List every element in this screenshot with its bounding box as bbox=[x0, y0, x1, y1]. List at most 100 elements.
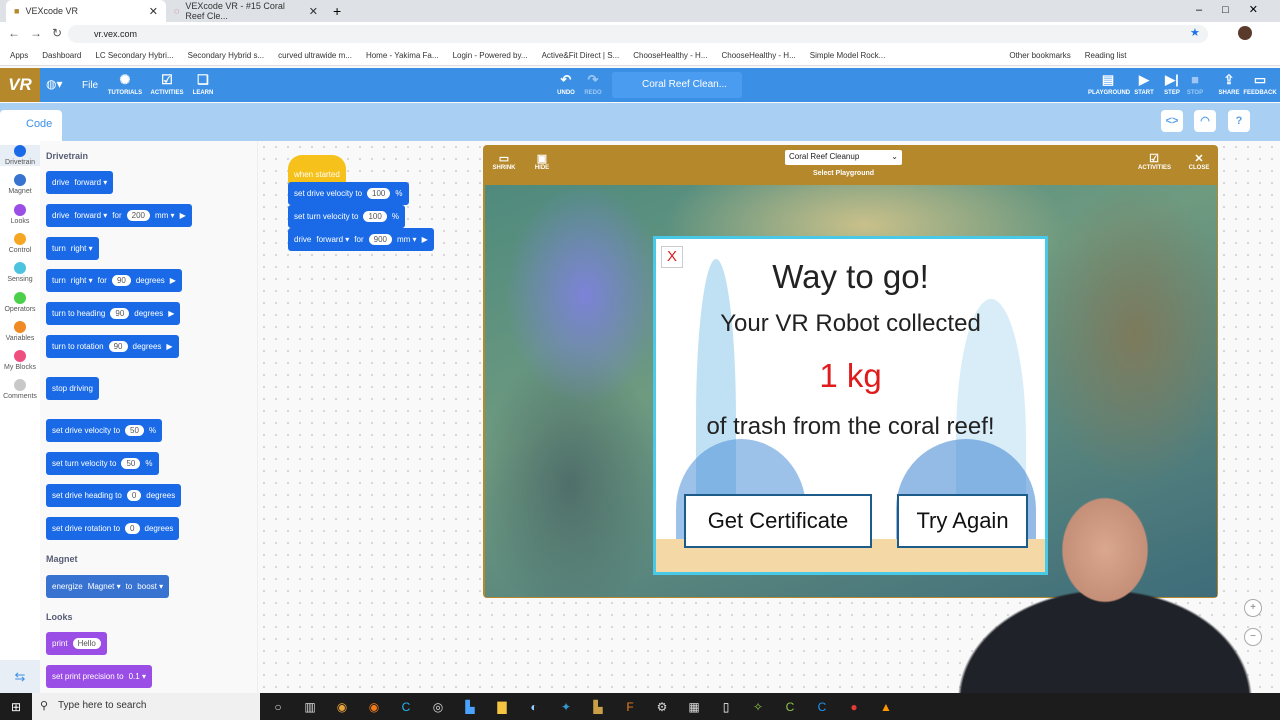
cortana-icon[interactable]: ○ bbox=[262, 700, 294, 714]
bookmark[interactable]: Dashboard bbox=[42, 51, 81, 60]
angle-input[interactable]: 90 bbox=[111, 275, 131, 286]
block-set-drive-heading[interactable]: set drive heading to 0 degrees bbox=[46, 484, 182, 507]
feedback-button[interactable]: ▭ FEEDBACK bbox=[1240, 72, 1280, 96]
bookmark[interactable]: ChooseHealthy - H... bbox=[722, 51, 796, 60]
extensions-icon[interactable]: ⇆ bbox=[0, 660, 40, 693]
app-icon[interactable]: C bbox=[806, 700, 838, 714]
value-input[interactable]: 100 bbox=[363, 211, 387, 222]
tutorials-button[interactable]: ✺ TUTORIALS bbox=[105, 72, 145, 96]
category-comments[interactable]: Comments bbox=[0, 379, 40, 400]
project-name[interactable]: Coral Reef Clean... bbox=[612, 72, 742, 98]
help-icon[interactable]: ? bbox=[1228, 110, 1250, 132]
tab-vexcode[interactable]: ■ VEXcode VR ✕ bbox=[6, 0, 166, 22]
hide-button[interactable]: ▣ HIDE bbox=[527, 152, 557, 171]
code-view-icon[interactable]: <> bbox=[1161, 110, 1183, 132]
value-input[interactable]: 0 bbox=[125, 523, 140, 534]
url-input[interactable]: vr.vex.com bbox=[68, 25, 1208, 43]
vlc-icon[interactable]: ▲ bbox=[870, 700, 902, 714]
block-energize-magnet[interactable]: energize Magnet toboost bbox=[46, 575, 170, 598]
language-globe-icon[interactable]: ◍▾ bbox=[46, 77, 63, 91]
direction-dropdown[interactable]: forward bbox=[316, 235, 349, 244]
playground-select[interactable]: Coral Reef Cleanup ⌄ bbox=[785, 150, 902, 165]
tab-coral-reef[interactable]: ◌ VEXcode VR - #15 Coral Reef Cle... ✕ bbox=[166, 0, 326, 22]
category-control[interactable]: Control bbox=[0, 232, 40, 254]
bookmark[interactable]: Secondary Hybrid s... bbox=[188, 51, 264, 60]
distance-input[interactable]: 200 bbox=[126, 210, 150, 221]
block-set-drive-velocity[interactable]: set drive velocity to 50% bbox=[46, 419, 163, 442]
calculator-icon[interactable]: ▦ bbox=[678, 700, 710, 714]
nav-buttons-icon[interactable]: ←→↻ bbox=[8, 26, 72, 40]
text-input[interactable]: Hello bbox=[72, 638, 101, 649]
ws-set-drive-velocity[interactable]: set drive velocity to 100% bbox=[288, 182, 409, 205]
value-input[interactable]: 50 bbox=[121, 458, 141, 469]
category-magnet[interactable]: Magnet bbox=[0, 174, 40, 195]
block-turn-to-rotation[interactable]: turn to rotation 90 degrees ▶ bbox=[46, 335, 179, 358]
value-input[interactable]: 50 bbox=[125, 425, 144, 436]
new-tab-icon[interactable]: + bbox=[333, 3, 341, 19]
block-drive-for[interactable]: drive forward for 200 mm ▶ bbox=[46, 204, 192, 227]
block-print[interactable]: print Hello bbox=[46, 632, 107, 655]
profile-avatar[interactable] bbox=[1238, 26, 1252, 40]
activities-button[interactable]: ☑ ACTIVITIES bbox=[1138, 152, 1171, 171]
app-icon[interactable]: ✧ bbox=[742, 700, 774, 714]
steam-icon[interactable]: ◐ bbox=[518, 700, 550, 714]
star-icon[interactable]: ★ bbox=[1190, 26, 1200, 39]
category-variables[interactable]: Variables bbox=[0, 320, 40, 342]
value-input[interactable]: 100 bbox=[367, 188, 391, 199]
bookmark[interactable]: Active&Fit Direct | S... bbox=[542, 51, 620, 60]
dashboard-gauge-icon[interactable]: ◠ bbox=[1194, 110, 1216, 132]
tab-code[interactable]: Code bbox=[0, 110, 62, 141]
obs-icon[interactable]: ◎ bbox=[422, 700, 454, 714]
windows-start-icon[interactable]: ⊞ bbox=[0, 700, 32, 714]
direction-dropdown[interactable]: right bbox=[71, 276, 93, 285]
block-turn-for[interactable]: turn right for 90 degrees ▶ bbox=[46, 269, 182, 292]
value-input[interactable]: 0 bbox=[126, 490, 142, 501]
close-playground-button[interactable]: ✕ CLOSE bbox=[1184, 152, 1214, 171]
block-set-drive-rotation[interactable]: set drive rotation to 0 degrees bbox=[46, 517, 180, 540]
file-explorer-icon[interactable]: ▇ bbox=[486, 700, 518, 714]
block-set-print-precision[interactable]: set print precision to 0.1 bbox=[46, 665, 152, 688]
zoom-in-icon[interactable]: + bbox=[1244, 599, 1262, 617]
category-sensing[interactable]: Sensing bbox=[0, 262, 40, 283]
category-operators[interactable]: Operators bbox=[0, 291, 40, 313]
reading-list[interactable]: Reading list bbox=[1085, 51, 1127, 60]
block-when-started[interactable]: when started bbox=[288, 155, 346, 185]
category-my-blocks[interactable]: My Blocks bbox=[0, 350, 40, 371]
window-controls[interactable]: –□✕ bbox=[1196, 3, 1278, 16]
close-tab-icon[interactable]: ✕ bbox=[309, 5, 318, 18]
bookmark[interactable]: ChooseHealthy - H... bbox=[633, 51, 707, 60]
bookmark[interactable]: Simple Model Rock... bbox=[810, 51, 886, 60]
mode-dropdown[interactable]: boost bbox=[137, 582, 163, 591]
app-icon[interactable]: ✦ bbox=[550, 700, 582, 714]
block-turn[interactable]: turn right bbox=[46, 237, 99, 260]
direction-dropdown[interactable]: forward bbox=[74, 211, 107, 220]
taskbar-search[interactable]: Type here to search bbox=[32, 693, 260, 720]
unit-dropdown[interactable]: mm bbox=[155, 211, 175, 220]
app-icon[interactable]: C bbox=[774, 700, 806, 714]
get-certificate-button[interactable]: Get Certificate bbox=[684, 494, 872, 548]
app-icon[interactable]: C bbox=[390, 700, 422, 714]
task-view-icon[interactable]: ▥ bbox=[294, 700, 326, 714]
shrink-button[interactable]: ▭ SHRINK bbox=[489, 152, 519, 171]
unit-dropdown[interactable]: mm bbox=[397, 235, 417, 244]
block-stop-driving[interactable]: stop driving bbox=[46, 377, 99, 400]
learn-button[interactable]: ❏ LEARN bbox=[183, 72, 223, 96]
category-looks[interactable]: Looks bbox=[0, 203, 40, 225]
app-icon[interactable]: ▙ bbox=[582, 700, 614, 714]
distance-input[interactable]: 900 bbox=[368, 234, 392, 245]
direction-dropdown[interactable]: forward bbox=[74, 178, 107, 187]
bookmark[interactable]: LC Secondary Hybri... bbox=[95, 51, 173, 60]
block-turn-to-heading[interactable]: turn to heading 90 degrees ▶ bbox=[46, 302, 181, 325]
angle-input[interactable]: 90 bbox=[108, 341, 128, 352]
ws-drive-for[interactable]: drive forward for 900 mm ▶ bbox=[288, 228, 434, 251]
block-drive[interactable]: drive forward bbox=[46, 171, 114, 194]
app-icon[interactable]: ⚙ bbox=[646, 700, 678, 714]
app-icon[interactable]: ● bbox=[838, 700, 870, 714]
notepad-icon[interactable]: ▯ bbox=[710, 700, 742, 714]
angle-input[interactable]: 90 bbox=[110, 308, 130, 319]
bookmark[interactable]: Login - Powered by... bbox=[453, 51, 528, 60]
magnet-dropdown[interactable]: Magnet bbox=[88, 582, 121, 591]
precision-dropdown[interactable]: 0.1 bbox=[129, 672, 146, 681]
zoom-out-icon[interactable]: − bbox=[1244, 628, 1262, 646]
app-icon[interactable]: F bbox=[614, 700, 646, 714]
